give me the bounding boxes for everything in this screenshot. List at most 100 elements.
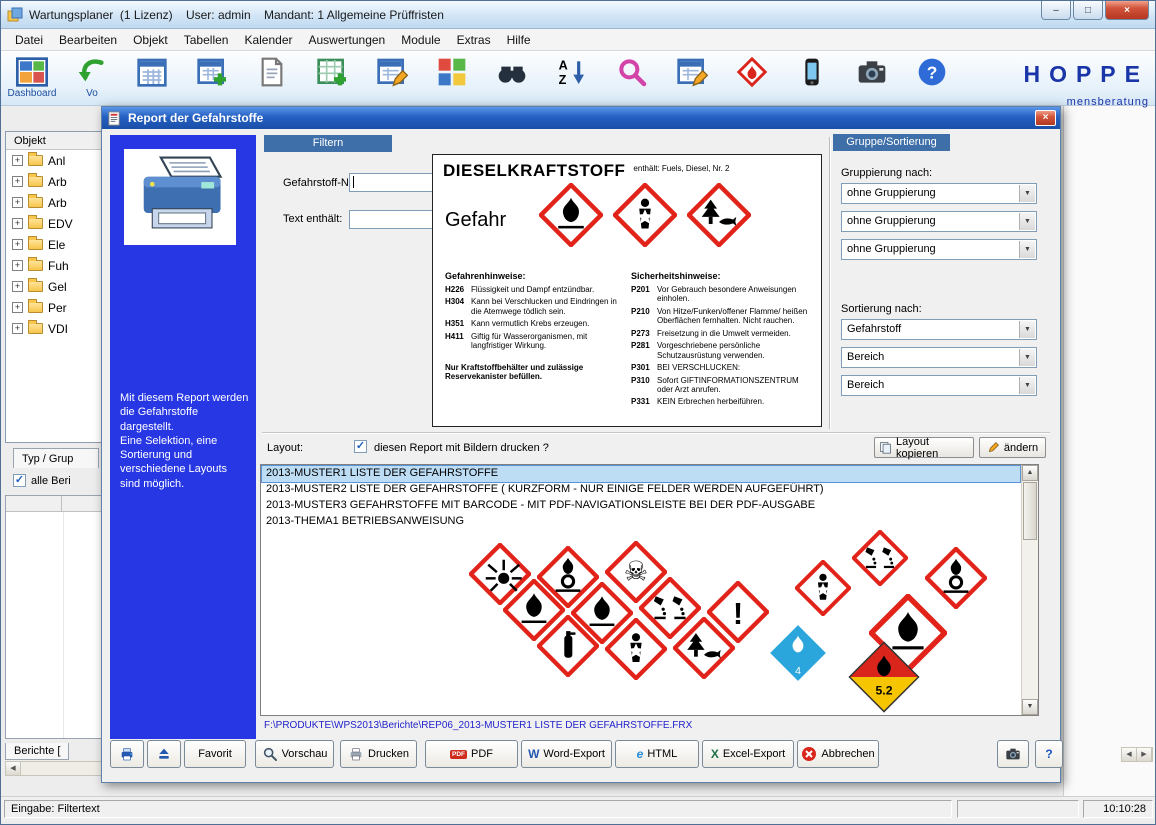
expand-icon[interactable]: + [12, 155, 23, 166]
toolbar-calendar-edit-button[interactable] [369, 54, 415, 104]
scroll-down-icon[interactable]: ▼ [1022, 699, 1038, 715]
grouping-select[interactable]: ohne Gruppierung▼ [841, 183, 1037, 204]
expand-icon[interactable]: + [12, 281, 23, 292]
toolbar-document-button[interactable] [249, 54, 295, 104]
layout-copy-button[interactable]: Layout kopieren [874, 437, 974, 458]
minimize-button[interactable]: – [1041, 1, 1071, 20]
menu-objekt[interactable]: Objekt [125, 30, 176, 50]
sorting-select[interactable]: Gefahrstoff▼ [841, 319, 1037, 340]
list-scrollbar[interactable]: ▲ ▼ [1021, 465, 1038, 715]
layout-list-item[interactable]: 2013-MUSTER2 LISTE DER GEFAHRSTOFFE ( KU… [262, 482, 1020, 498]
menu-module[interactable]: Module [393, 30, 448, 50]
alle-berichte-checkbox[interactable]: ✓ [13, 474, 26, 487]
chevron-down-icon[interactable]: ▼ [1019, 241, 1035, 258]
expand-icon[interactable]: + [12, 197, 23, 208]
menu-tabellen[interactable]: Tabellen [176, 30, 237, 50]
toolbar-search-button[interactable] [609, 54, 655, 104]
hazard-statement: H351Kann vermutlich Krebs erzeugen. [445, 319, 625, 328]
toolbar-modules-button[interactable] [429, 54, 475, 104]
substance-subtitle: enthält: Fuels, Diesel, Nr. 2 [633, 164, 729, 173]
print-images-checkbox[interactable]: ✓ [354, 440, 367, 453]
chevron-down-icon[interactable]: ▼ [1019, 185, 1035, 202]
grid-column-divider [63, 512, 64, 738]
bottom-right-scrollbar[interactable]: ◀ ▶ [1121, 747, 1153, 762]
dialog-description: Mit diesem Report werden die Gefahrstoff… [120, 391, 250, 491]
layout-list-item[interactable]: 2013-MUSTER3 GEFAHRSTOFFE MIT BARCODE - … [262, 498, 1020, 514]
layout-list-item[interactable]: 2013-MUSTER1 LISTE DER GEFAHRSTOFFE [262, 466, 1020, 482]
expand-icon[interactable]: + [12, 239, 23, 250]
toolbar-camera-button[interactable] [849, 54, 895, 104]
toolbar-hazard-diamond-button[interactable] [729, 54, 775, 104]
dialog-close-button[interactable]: × [1035, 110, 1056, 126]
dialog-help-button[interactable]: ? [1035, 740, 1063, 768]
layout-change-button[interactable]: ändern [979, 437, 1046, 458]
tab-berichte[interactable]: Berichte [ [5, 743, 69, 760]
close-icon: × [1043, 112, 1049, 123]
gefahrstoff-nr-input[interactable] [349, 173, 435, 192]
expand-icon[interactable]: + [12, 218, 23, 229]
scroll-up-icon[interactable]: ▲ [1022, 465, 1038, 481]
layout-list-item[interactable]: 2013-THEMA1 BETRIEBSANWEISUNG [262, 514, 1020, 530]
scroll-left-icon[interactable]: ◀ [1122, 748, 1137, 761]
chevron-down-icon[interactable]: ▼ [1019, 321, 1035, 338]
printer-blue-icon [119, 746, 135, 762]
scroll-left-icon[interactable]: ◀ [6, 762, 21, 775]
maximize-button[interactable]: □ [1073, 1, 1103, 20]
expand-icon[interactable]: + [12, 302, 23, 313]
word-export-button[interactable]: W Word-Export [521, 740, 612, 768]
toolbar-undo-button[interactable]: Vo [69, 54, 115, 104]
page-preview-button[interactable] [147, 740, 181, 768]
section-divider [829, 137, 831, 429]
print-direct-button[interactable] [110, 740, 144, 768]
toolbar-calendar-edit-button[interactable] [669, 54, 715, 104]
safety-statement: P210Von Hitze/Funken/offener Flamme/ hei… [631, 307, 815, 326]
sorting-select[interactable]: Bereich▼ [841, 347, 1037, 368]
toolbar-binoculars-button[interactable] [489, 54, 535, 104]
menu-datei[interactable]: Datei [7, 30, 51, 50]
gefahrstoff-nr-label: Gefahrstoff-Nr: [283, 177, 356, 189]
pdf-export-button[interactable]: PDF PDF [425, 740, 518, 768]
calendar-icon [136, 56, 168, 88]
app-icon [7, 7, 23, 23]
status-segment [957, 800, 1079, 818]
menu-extras[interactable]: Extras [449, 30, 499, 50]
abbrechen-button[interactable]: Abbrechen [797, 740, 879, 768]
menu-kalender[interactable]: Kalender [236, 30, 300, 50]
favorit-button[interactable]: Favorit [184, 740, 246, 768]
statement-text: Sofort GIFTINFORMATIONSZENTRUM oder Arzt… [657, 376, 815, 395]
close-button[interactable]: × [1105, 1, 1149, 20]
scrollbar-thumb[interactable] [1023, 482, 1037, 540]
chevron-down-icon[interactable]: ▼ [1019, 377, 1035, 394]
excel-export-button[interactable]: X Excel-Export [702, 740, 794, 768]
menu-hilfe[interactable]: Hilfe [499, 30, 539, 50]
screenshot-button[interactable] [997, 740, 1029, 768]
dialog-title: Report der Gefahrstoffe [128, 111, 263, 125]
chevron-down-icon[interactable]: ▼ [1019, 213, 1035, 230]
menu-auswertungen[interactable]: Auswertungen [301, 30, 394, 50]
scroll-right-icon[interactable]: ▶ [1137, 748, 1152, 761]
drucken-button[interactable]: Drucken [340, 740, 417, 768]
grouping-select[interactable]: ohne Gruppierung▼ [841, 211, 1037, 232]
toolbar-dashboard-button[interactable]: Dashboard [9, 54, 55, 104]
word-label: Word-Export [543, 748, 605, 760]
toolbar-table-plus-button[interactable] [309, 54, 355, 104]
toolbar-calendar-plus-button[interactable] [189, 54, 235, 104]
toolbar-calendar-button[interactable] [129, 54, 175, 104]
toolbar-phone-button[interactable] [789, 54, 835, 104]
expand-icon[interactable]: + [12, 323, 23, 334]
text-enthaelt-input[interactable] [349, 210, 435, 229]
sorting-select[interactable]: Bereich▼ [841, 375, 1037, 396]
expand-icon[interactable]: + [12, 260, 23, 271]
toolbar-sort-az-button[interactable]: AZ [549, 54, 595, 104]
toolbar-help-button[interactable]: ? [909, 54, 955, 104]
vorschau-button[interactable]: Vorschau [255, 740, 334, 768]
tab-typ-grup[interactable]: Typ / Grup [13, 448, 99, 468]
html-export-button[interactable]: e HTML [615, 740, 699, 768]
horizontal-divider [262, 432, 1050, 434]
expand-icon[interactable]: + [12, 176, 23, 187]
vorschau-label: Vorschau [282, 748, 328, 760]
chevron-down-icon[interactable]: ▼ [1019, 349, 1035, 366]
grouping-select[interactable]: ohne Gruppierung▼ [841, 239, 1037, 260]
camera-icon [856, 56, 888, 88]
menu-bearbeiten[interactable]: Bearbeiten [51, 30, 125, 50]
